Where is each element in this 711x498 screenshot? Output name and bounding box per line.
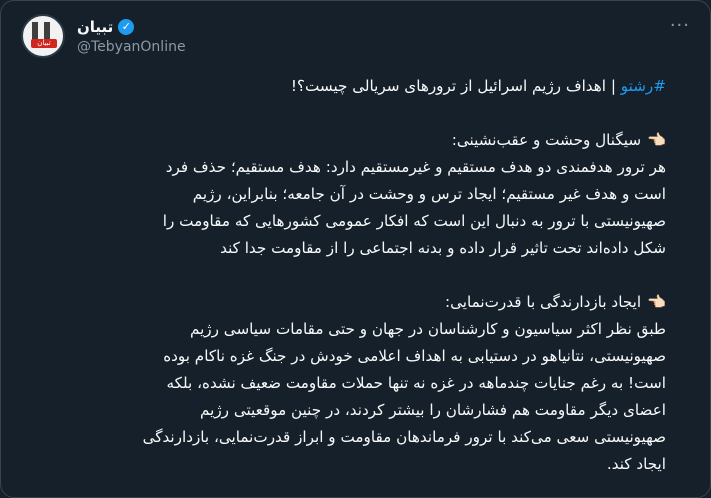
section-2-heading: 👈🏻 ایجاد بازدارندگی با قدرت‌نمایی:: [49, 289, 666, 316]
section-1-heading-text: سیگنال وحشت و عقب‌نشینی:: [451, 131, 642, 149]
section-2-line: است! به رغم جنایات چندماهه در غزه نه تنه…: [166, 374, 666, 392]
section-1-line: صهیونیستی با ترور به دنبال این است که اف…: [162, 212, 666, 230]
account-handle[interactable]: @TebyanOnline: [77, 39, 186, 55]
title-text: | اهداف رژیم اسرائیل از ترورهای سریالی چ…: [290, 77, 621, 95]
avatar-logo-text: تبیان: [31, 39, 57, 48]
tweet-header: تبیان تبیان ✓ @TebyanOnline ···: [21, 11, 690, 61]
section-2-line: صهیونیستی سعی می‌کند با ترور فرماندهان م…: [142, 428, 666, 446]
display-name[interactable]: تبیان: [77, 18, 113, 36]
tweet-card: تبیان تبیان ✓ @TebyanOnline ··· #رشتو | …: [0, 0, 711, 498]
section-2-line: اعضای دیگر مقاومت هم فشارشان را بیشتر کر…: [199, 401, 666, 419]
hashtag-link[interactable]: #رشتو: [621, 77, 666, 95]
verified-badge-icon: ✓: [118, 18, 135, 35]
pointing-hand-icon: 👈🏻: [647, 131, 666, 149]
tweet-title: #رشتو | اهداف رژیم اسرائیل از ترورهای سر…: [49, 73, 666, 100]
tweet-text: #رشتو | اهداف رژیم اسرائیل از ترورهای سر…: [49, 73, 666, 478]
section-2-heading-text: ایجاد بازدارندگی با قدرت‌نمایی:: [445, 293, 642, 311]
section-1-line: شکل داده‌اند تحت تاثیر قرار داده و بدنه …: [220, 239, 666, 257]
avatar[interactable]: تبیان: [21, 14, 65, 58]
section-1-heading: 👈🏻 سیگنال وحشت و عقب‌نشینی:: [49, 127, 666, 154]
section-2-line: ایجاد کند.: [606, 455, 666, 473]
more-options-icon[interactable]: ···: [670, 15, 690, 36]
logo-icon: [32, 22, 56, 40]
pointing-hand-icon: 👈🏻: [647, 293, 666, 311]
section-1-line: هر ترور هدفمندی دو هدف مستقیم و غیرمستقی…: [165, 158, 666, 176]
section-1-line: است و هدف غیر مستقیم؛ ایجاد ترس و وحشت د…: [192, 185, 666, 203]
name-row: تبیان ✓: [77, 18, 186, 36]
author-info: تبیان ✓ @TebyanOnline: [77, 18, 186, 55]
section-2-line: صهیونیستی، نتانیاهو در دستیابی به اهداف …: [163, 347, 666, 365]
section-2-line: طبق نظر اکثر سیاسیون و کارشناسان در جهان…: [189, 320, 666, 338]
